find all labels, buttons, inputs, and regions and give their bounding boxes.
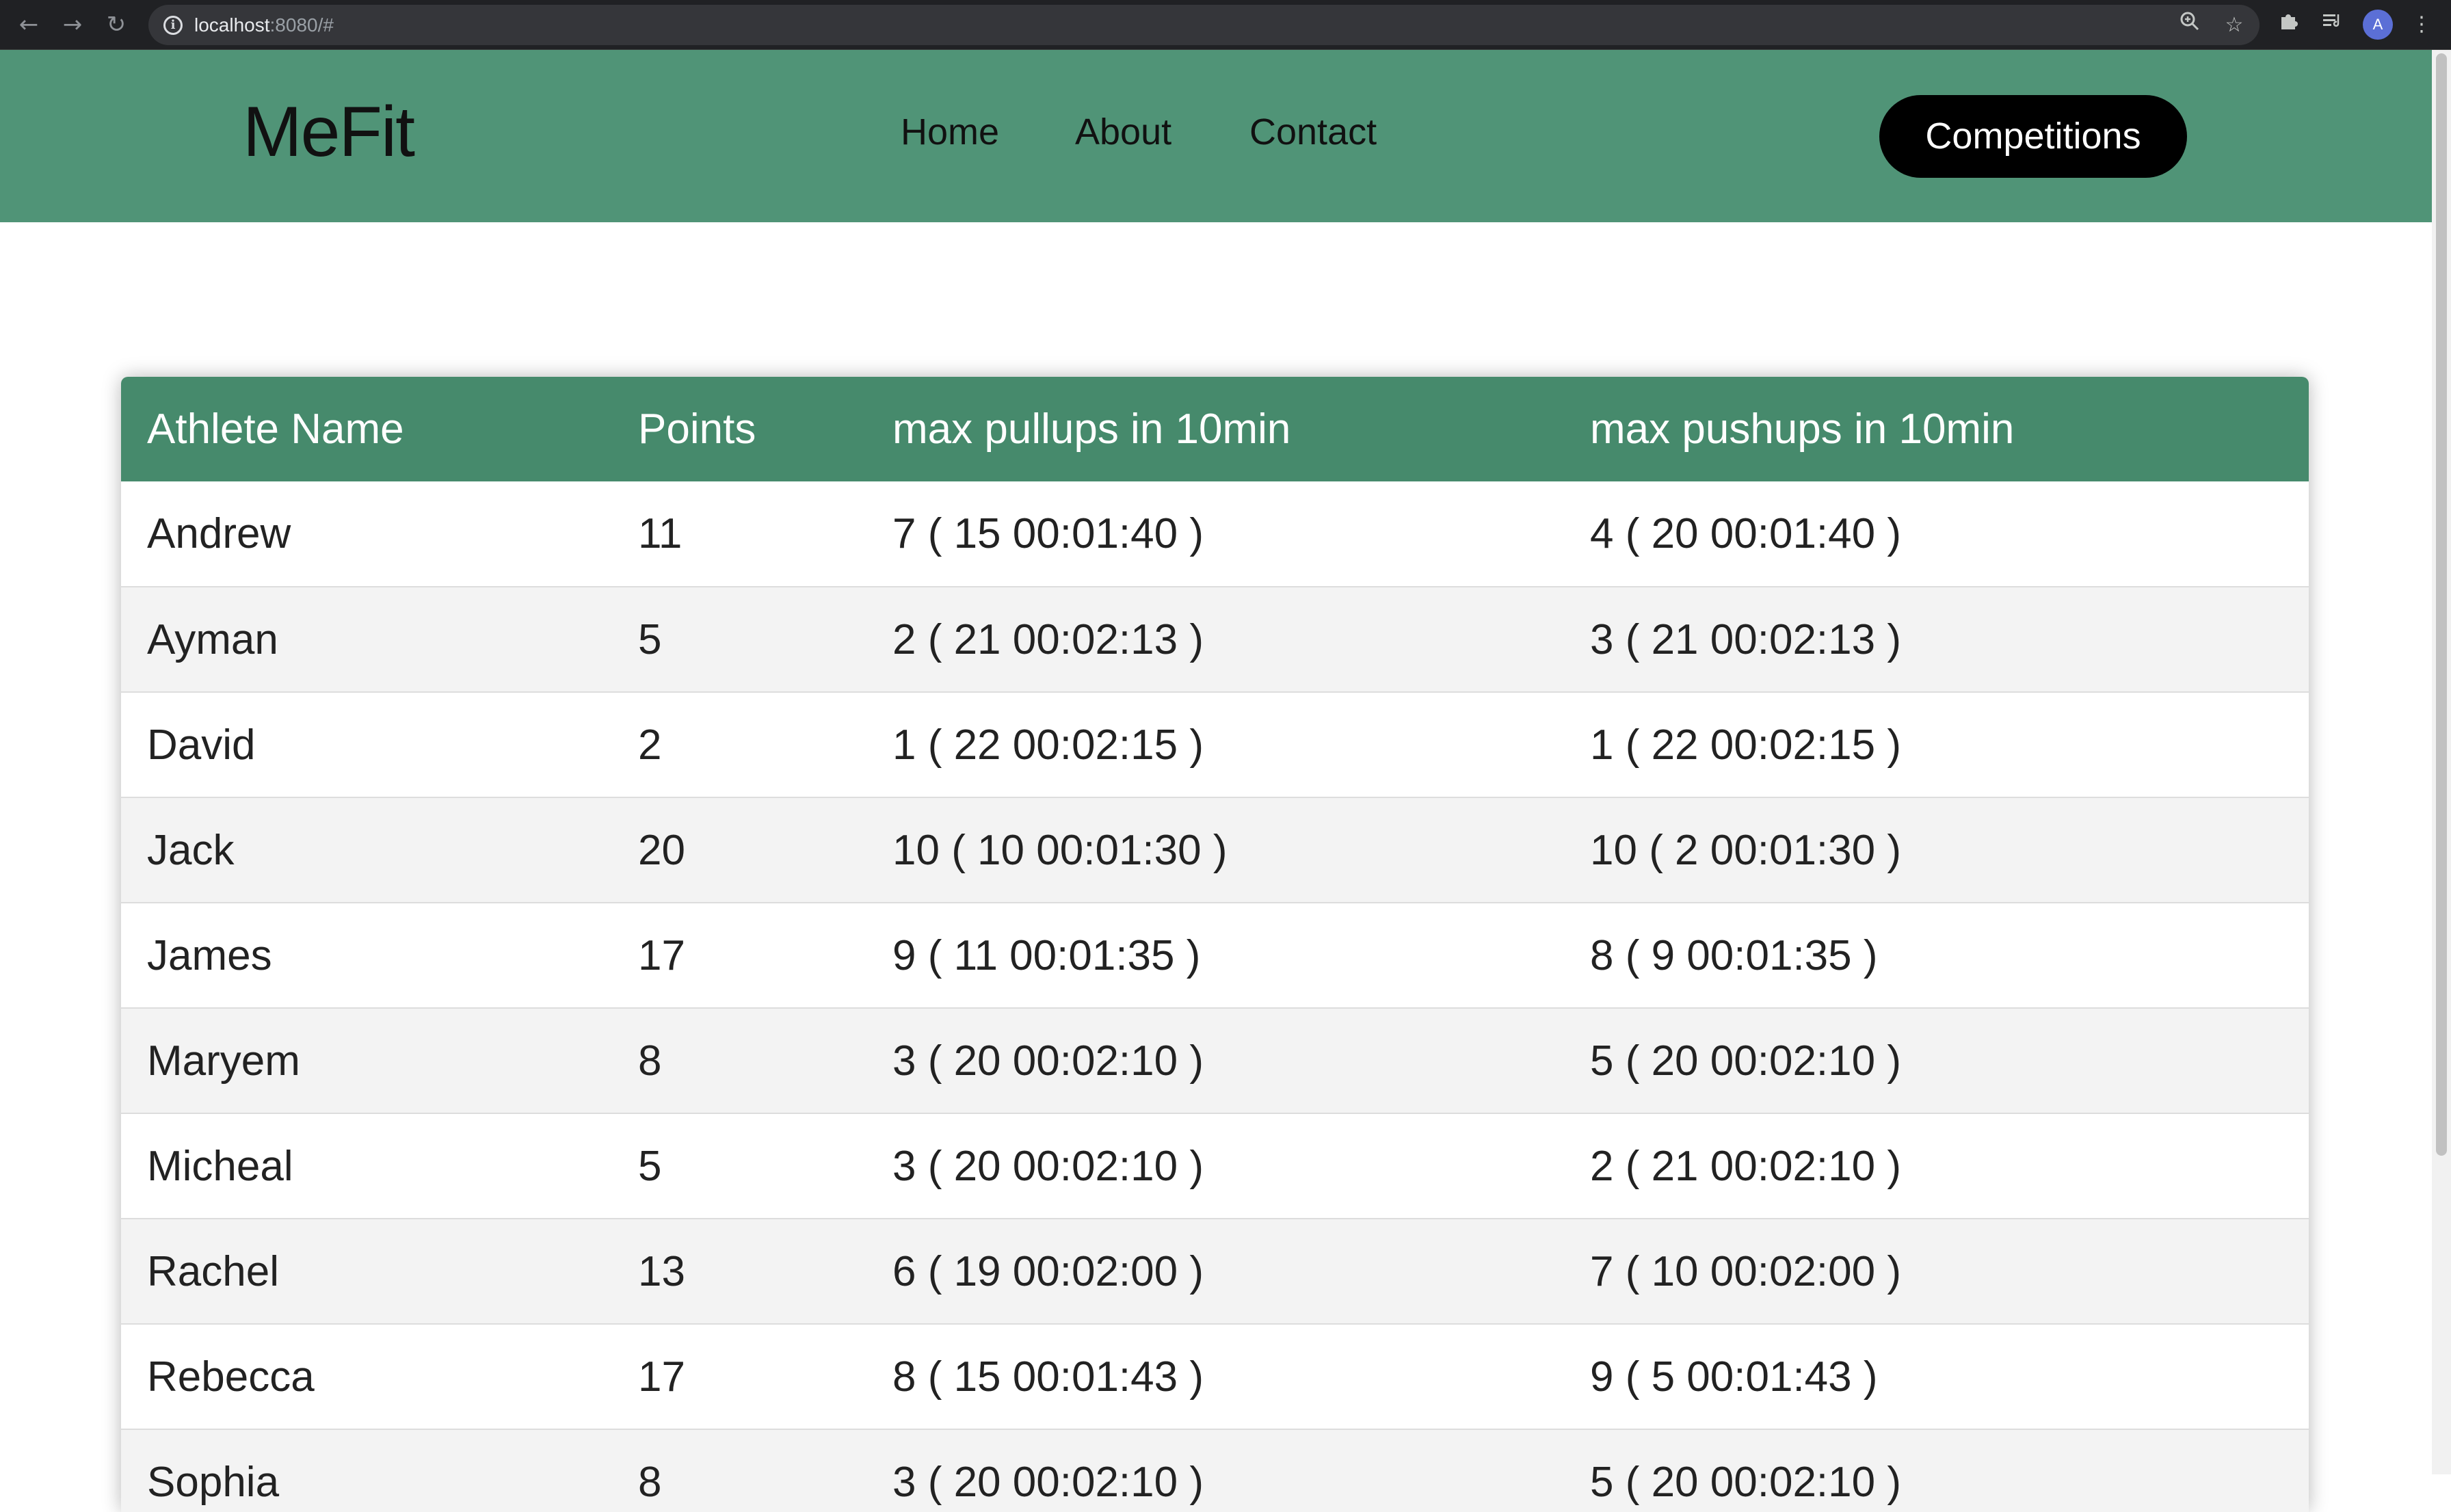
pushups-cell: 9 ( 5 00:01:43 )	[1590, 1353, 1878, 1401]
leaderboard-table-card: Athlete Name Points max pullups in 10min…	[121, 377, 2309, 1512]
pushups-cell: 4 ( 20 00:01:40 )	[1590, 510, 1901, 557]
pushups-cell: 2 ( 21 00:02:10 )	[1590, 1142, 1901, 1190]
pushups-cell: 1 ( 22 00:02:15 )	[1590, 721, 1901, 769]
athlete-name-cell: Micheal	[147, 1142, 293, 1190]
page-scrollbar-thumb[interactable]	[2436, 53, 2447, 1156]
column-header-athlete-name: Athlete Name	[147, 406, 404, 453]
back-arrow-icon[interactable]: ←	[14, 8, 44, 41]
kebab-menu-icon[interactable]: ⋮	[2405, 8, 2438, 41]
athlete-name-cell: Rebecca	[147, 1353, 315, 1401]
profile-avatar[interactable]: A	[2363, 10, 2393, 40]
pushups-cell: 10 ( 2 00:01:30 )	[1590, 826, 1901, 874]
pushups-cell: 5 ( 20 00:02:10 )	[1590, 1037, 1901, 1085]
url-text[interactable]: localhost:8080/#	[194, 5, 334, 45]
star-icon[interactable]: ☆	[2218, 10, 2250, 41]
leaderboard-table: Athlete Name Points max pullups in 10min…	[121, 377, 2309, 1512]
points-cell: 8	[638, 1458, 662, 1506]
info-icon[interactable]: i	[163, 16, 183, 35]
table-row: James 17 9 ( 11 00:01:35 ) 8 ( 9 00:01:3…	[121, 903, 2309, 1008]
table-row: Jack 20 10 ( 10 00:01:30 ) 10 ( 2 00:01:…	[121, 797, 2309, 903]
pullups-cell: 3 ( 20 00:02:10 )	[892, 1037, 1204, 1085]
points-cell: 5	[638, 1142, 662, 1190]
table-row: Andrew 11 7 ( 15 00:01:40 ) 4 ( 20 00:01…	[121, 481, 2309, 587]
athlete-name-cell: Maryem	[147, 1037, 300, 1085]
pullups-cell: 8 ( 15 00:01:43 )	[892, 1353, 1204, 1401]
column-header-pushups: max pushups in 10min	[1590, 406, 2015, 453]
column-header-pullups: max pullups in 10min	[892, 406, 1291, 453]
table-row: Rebecca 17 8 ( 15 00:01:43 ) 9 ( 5 00:01…	[121, 1324, 2309, 1429]
pullups-cell: 9 ( 11 00:01:35 )	[892, 931, 1201, 979]
points-cell: 17	[638, 1353, 685, 1401]
athlete-name-cell: Jack	[147, 826, 235, 874]
competitions-button[interactable]: Competitions	[1879, 95, 2187, 178]
media-queue-icon[interactable]	[2316, 8, 2349, 41]
pullups-cell: 7 ( 15 00:01:40 )	[892, 510, 1204, 557]
table-row: Micheal 5 3 ( 20 00:02:10 ) 2 ( 21 00:02…	[121, 1113, 2309, 1219]
table-header-row: Athlete Name Points max pullups in 10min…	[121, 377, 2309, 481]
nav-home-link[interactable]: Home	[901, 110, 999, 155]
site-header: MeFit Home About Contact Competitions	[0, 50, 2432, 222]
points-cell: 20	[638, 826, 685, 874]
pullups-cell: 6 ( 19 00:02:00 )	[892, 1247, 1204, 1295]
pullups-cell: 3 ( 20 00:02:10 )	[892, 1142, 1204, 1190]
athlete-name-cell: James	[147, 931, 272, 979]
nav-contact-link[interactable]: Contact	[1249, 110, 1377, 155]
zoom-icon[interactable]	[2174, 10, 2205, 41]
forward-arrow-icon[interactable]: →	[57, 8, 88, 41]
athlete-name-cell: Ayman	[147, 615, 278, 663]
site-logo[interactable]: MeFit	[243, 90, 415, 175]
athlete-name-cell: Rachel	[147, 1247, 279, 1295]
pullups-cell: 10 ( 10 00:01:30 )	[892, 826, 1228, 874]
address-bar[interactable]: i localhost:8080/# ☆	[148, 5, 2260, 45]
athlete-name-cell: Sophia	[147, 1458, 280, 1506]
points-cell: 13	[638, 1247, 685, 1295]
points-cell: 5	[638, 615, 662, 663]
athlete-name-cell: Andrew	[147, 510, 291, 557]
pushups-cell: 5 ( 20 00:02:10 )	[1590, 1458, 1901, 1506]
puzzle-icon[interactable]	[2273, 8, 2305, 41]
reload-icon[interactable]: ↻	[101, 8, 131, 41]
table-row: Sophia 8 3 ( 20 00:02:10 ) 5 ( 20 00:02:…	[121, 1429, 2309, 1512]
nav-about-link[interactable]: About	[1075, 110, 1171, 155]
pullups-cell: 3 ( 20 00:02:10 )	[892, 1458, 1204, 1506]
points-cell: 11	[638, 510, 683, 557]
points-cell: 2	[638, 721, 662, 769]
pullups-cell: 2 ( 21 00:02:13 )	[892, 615, 1204, 663]
athlete-name-cell: David	[147, 721, 256, 769]
table-row: David 2 1 ( 22 00:02:15 ) 1 ( 22 00:02:1…	[121, 692, 2309, 797]
points-cell: 8	[638, 1037, 662, 1085]
table-row: Maryem 8 3 ( 20 00:02:10 ) 5 ( 20 00:02:…	[121, 1008, 2309, 1113]
table-row: Ayman 5 2 ( 21 00:02:13 ) 3 ( 21 00:02:1…	[121, 587, 2309, 692]
column-header-points: Points	[638, 406, 756, 453]
url-rest: :8080/#	[269, 14, 334, 36]
pushups-cell: 8 ( 9 00:01:35 )	[1590, 931, 1878, 979]
pullups-cell: 1 ( 22 00:02:15 )	[892, 721, 1204, 769]
url-host: localhost	[194, 14, 270, 36]
browser-toolbar: ← → ↻ i localhost:8080/# ☆ A ⋮	[0, 0, 2451, 50]
pushups-cell: 3 ( 21 00:02:13 )	[1590, 615, 1901, 663]
table-row: Rachel 13 6 ( 19 00:02:00 ) 7 ( 10 00:02…	[121, 1219, 2309, 1324]
points-cell: 17	[638, 931, 685, 979]
pushups-cell: 7 ( 10 00:02:00 )	[1590, 1247, 1901, 1295]
